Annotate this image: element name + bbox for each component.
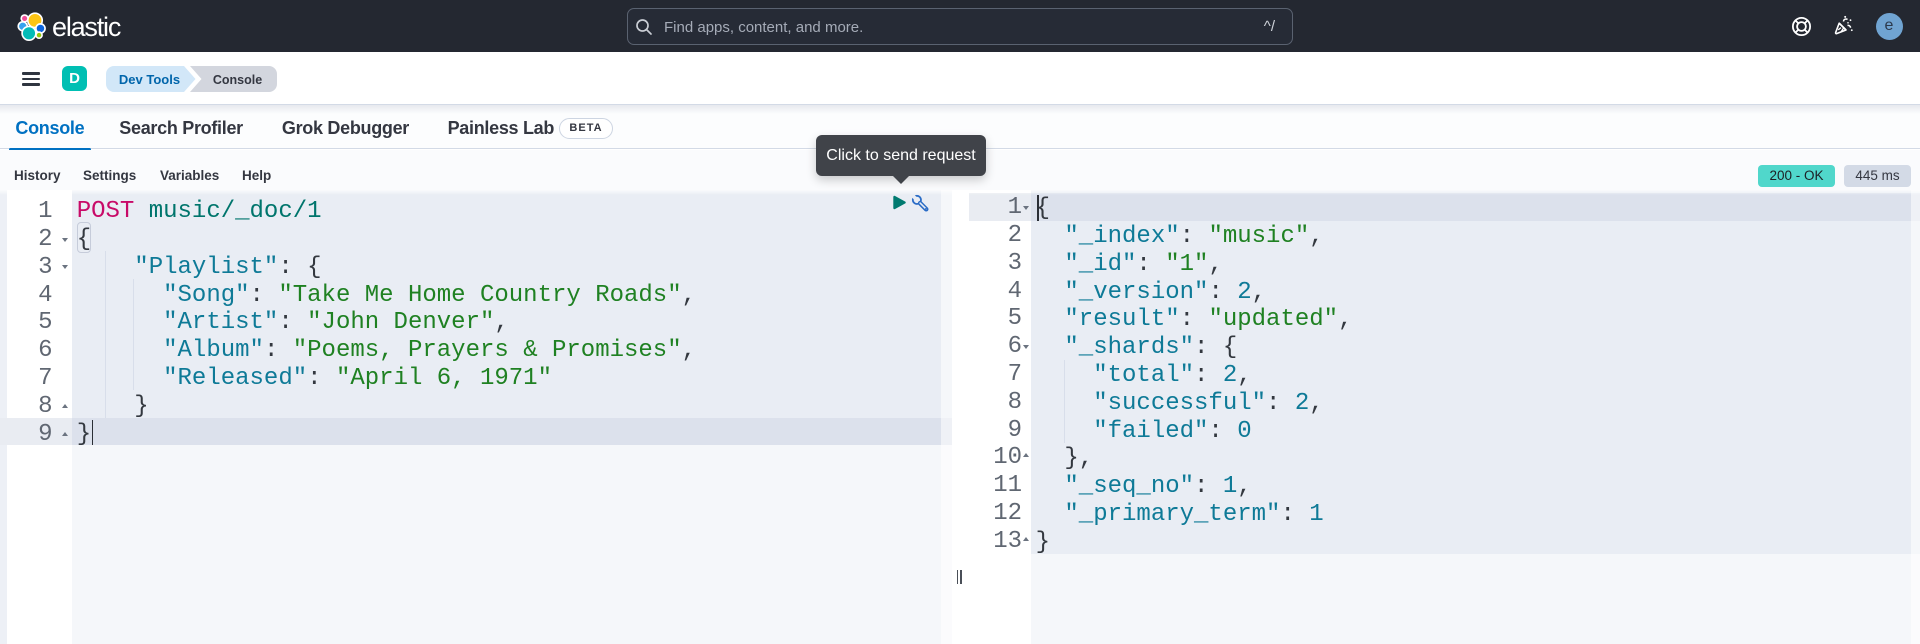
svg-text:Dev Tools: Dev Tools [119,71,180,86]
svg-text:Console: Console [213,72,262,86]
